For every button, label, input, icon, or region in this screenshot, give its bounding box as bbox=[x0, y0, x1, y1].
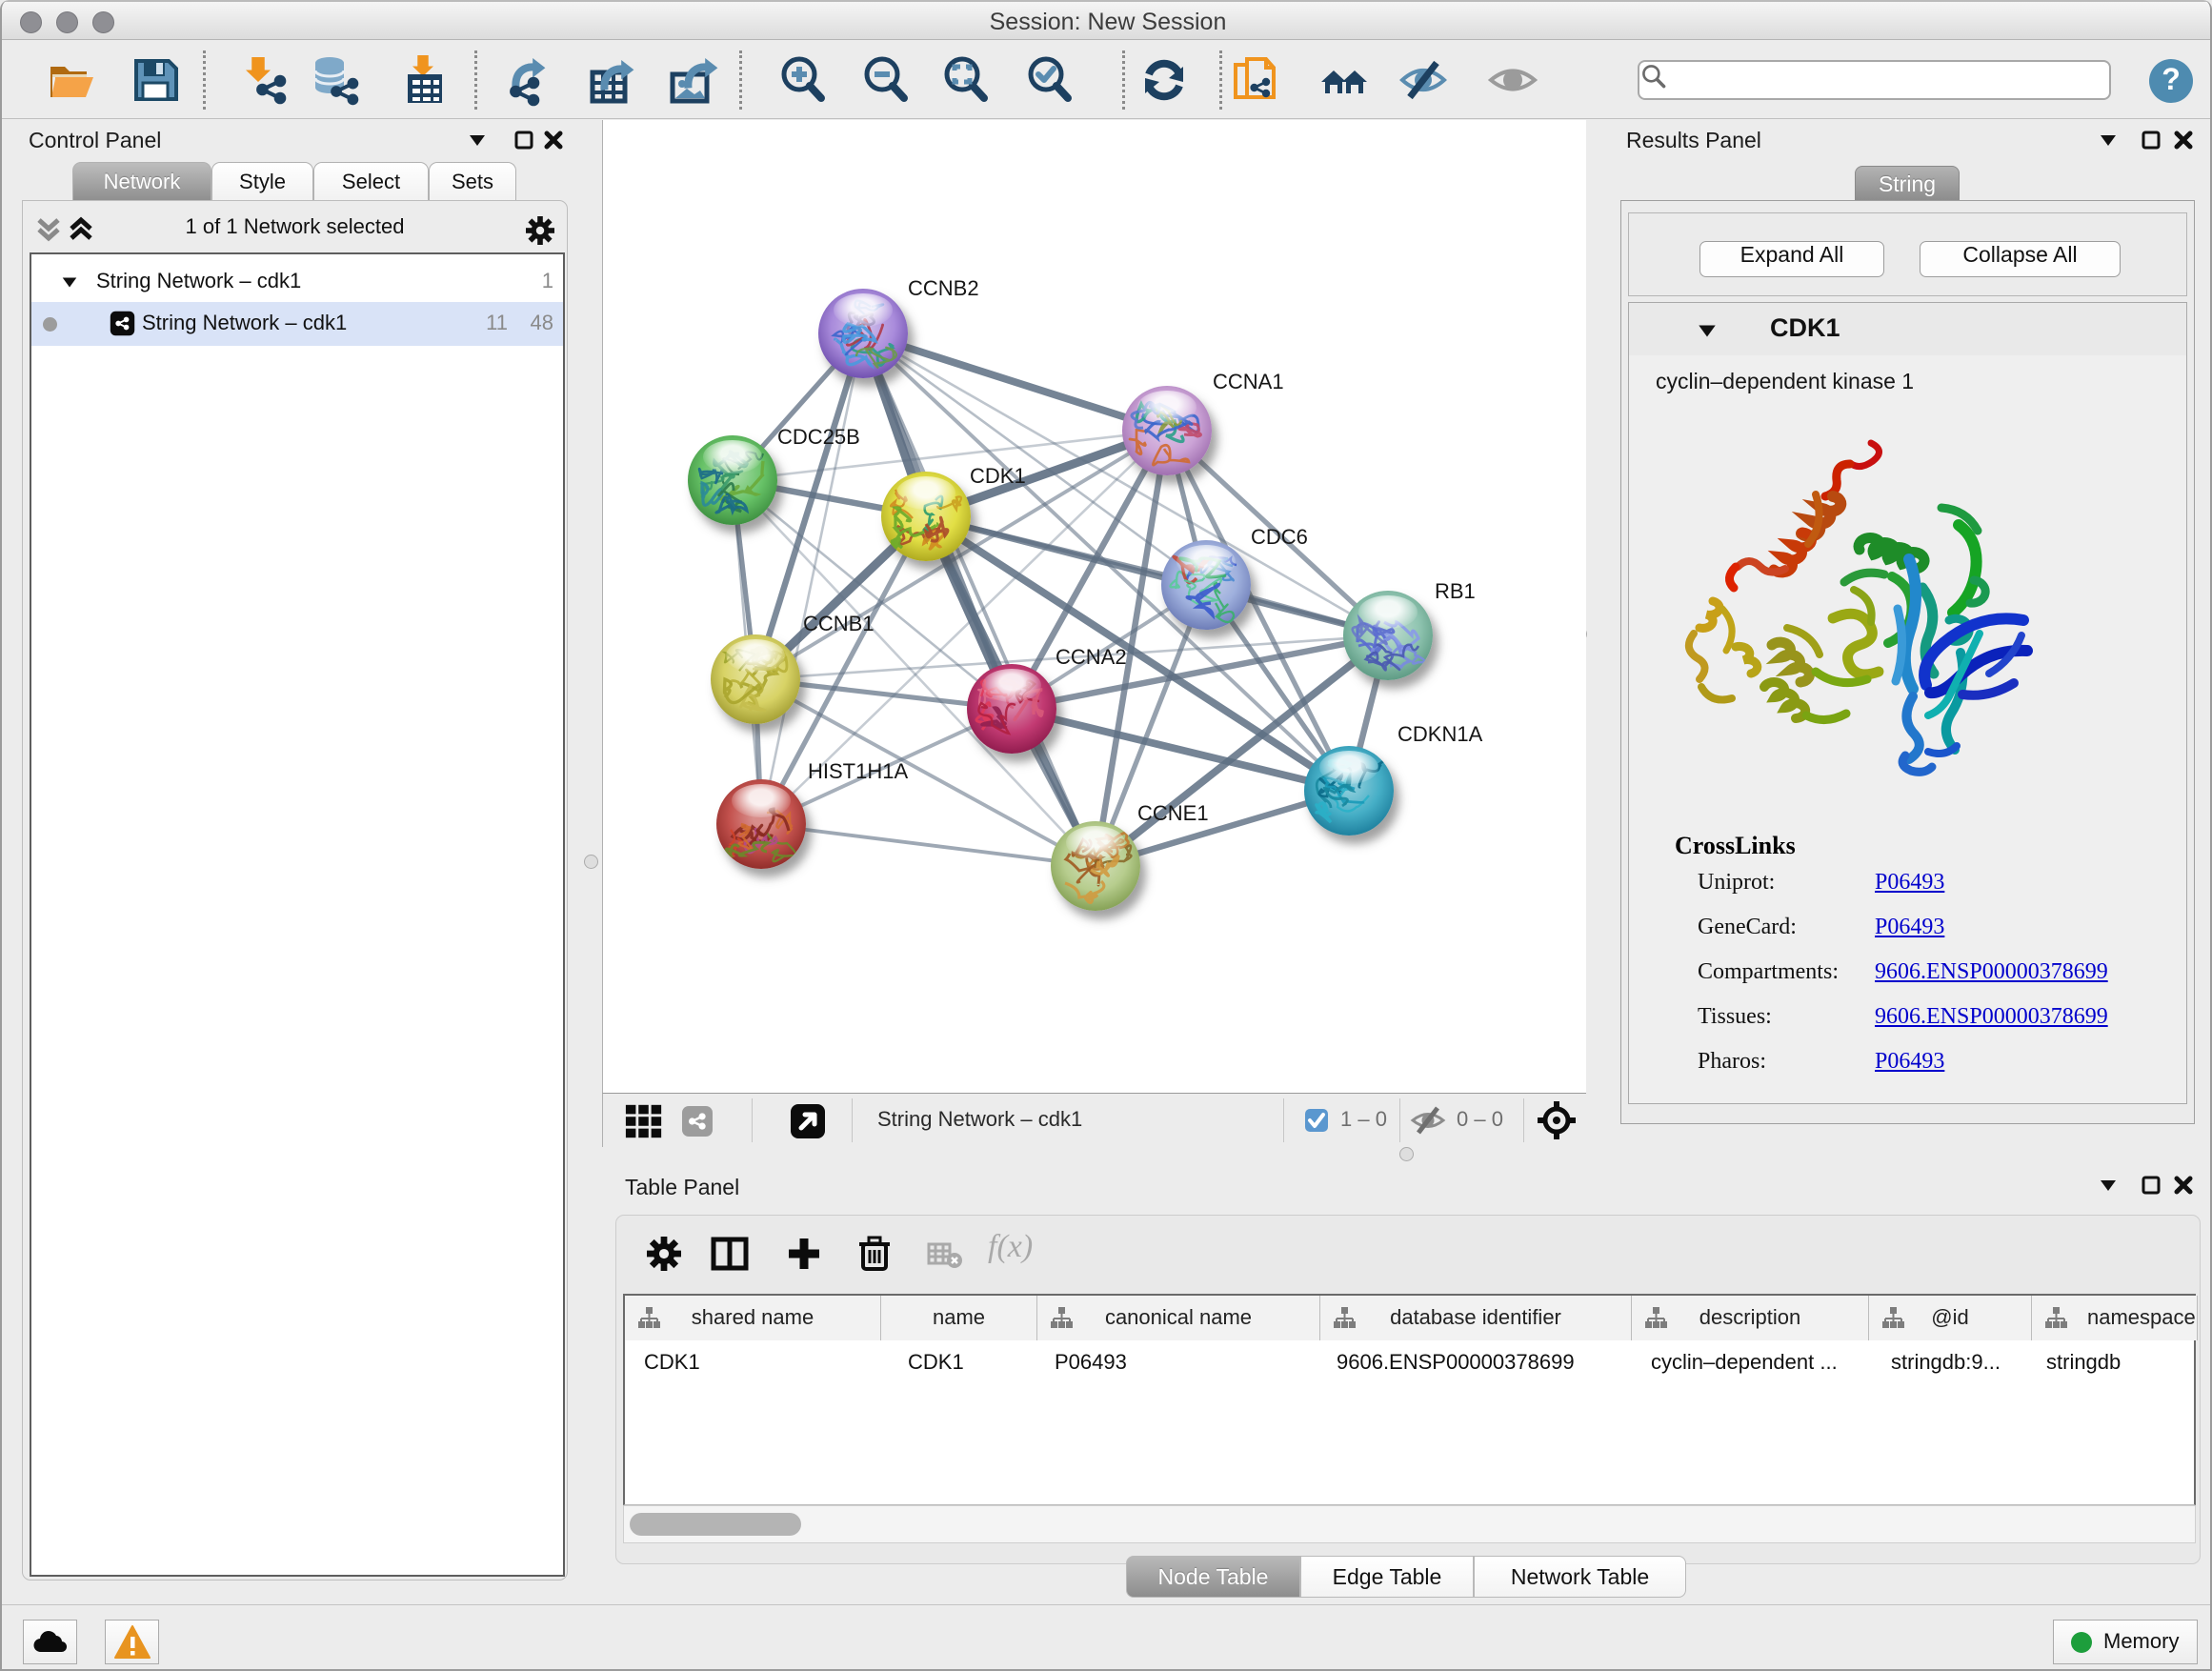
svg-text:?: ? bbox=[2162, 62, 2181, 96]
